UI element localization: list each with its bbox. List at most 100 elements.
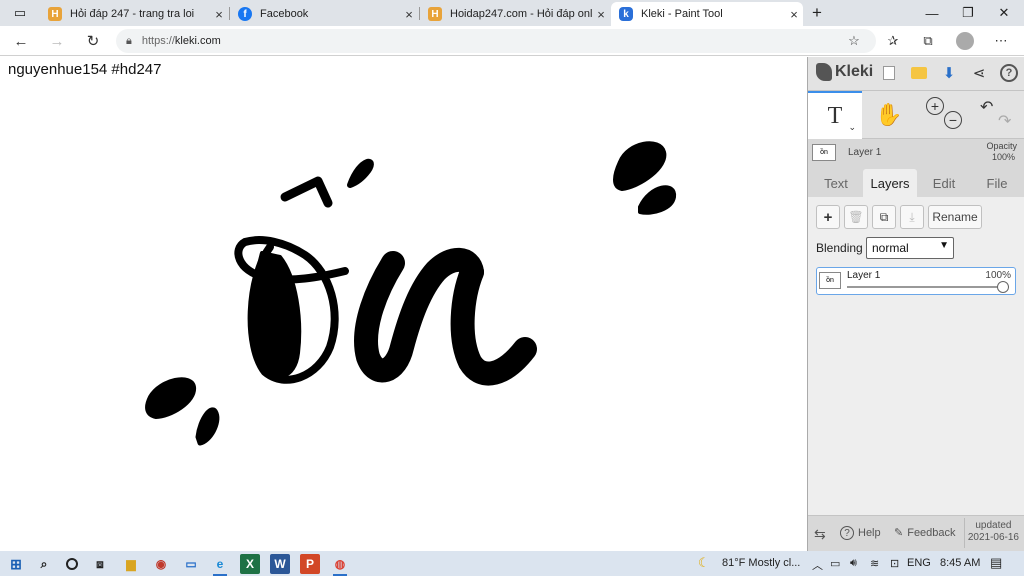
search-icon[interactable]: ⌕ bbox=[34, 554, 54, 574]
layer-thumbnail: ồn bbox=[812, 144, 836, 161]
drawing-canvas[interactable]: nguyenhue154 #hd247 bbox=[0, 57, 807, 551]
feedback-icon: ✎ bbox=[894, 527, 904, 539]
tab-edit[interactable]: Edit bbox=[920, 169, 968, 197]
panel-tabs: Text Layers Edit File bbox=[808, 167, 1024, 197]
forward-button[interactable]: → bbox=[44, 29, 70, 53]
weather-text[interactable]: 81°F Mostly cl... bbox=[722, 557, 800, 569]
collections-icon[interactable]: ⧉ bbox=[915, 29, 941, 53]
file-explorer-icon[interactable]: ▆ bbox=[121, 554, 141, 574]
merge-layer-icon[interactable]: ⤓ bbox=[900, 205, 924, 229]
tray-chevron-icon[interactable]: ︿ bbox=[812, 557, 823, 573]
redo-icon[interactable]: ↷ bbox=[998, 111, 1011, 131]
address-bar-row: ← → ↻ 🔒︎ https:// kleki.com ☆ ✰ ⧉ ⋯ bbox=[0, 26, 1024, 56]
swap-sides-icon[interactable]: ⇆ bbox=[814, 526, 826, 543]
tab-title: Facebook bbox=[260, 8, 309, 20]
new-tab-button[interactable]: + bbox=[800, 0, 834, 26]
slider-handle[interactable] bbox=[997, 281, 1009, 293]
layer-list-item[interactable]: ồn Layer 1 100% bbox=[816, 267, 1016, 295]
excel-icon[interactable]: X bbox=[240, 554, 260, 574]
url-input[interactable]: 🔒︎ https:// kleki.com bbox=[116, 29, 876, 53]
layers-panel: + 🗑︎ ⧉ ⤓ Rename Blending normal ▼ ồn Lay… bbox=[808, 197, 1024, 515]
open-folder-icon[interactable] bbox=[908, 62, 930, 84]
add-layer-button[interactable]: + bbox=[816, 205, 840, 229]
blob-bottom-left bbox=[145, 377, 196, 419]
circumflex-stroke bbox=[280, 176, 333, 208]
clock[interactable]: 8:45 AM bbox=[940, 557, 980, 569]
tab-close-button[interactable]: × bbox=[592, 7, 610, 22]
blob-top-right bbox=[613, 141, 667, 191]
text-tool-button[interactable]: T ⌄ bbox=[808, 91, 862, 139]
text-tool-icon: T bbox=[827, 102, 843, 129]
updated-info: updated 2021-06-16 bbox=[968, 520, 1019, 544]
blob-bottom-left-small bbox=[195, 407, 220, 446]
browser-tab-hoidap247[interactable]: H Hoidap247.com - Hỏi đáp online × bbox=[420, 2, 610, 26]
task-view-icon[interactable]: ⧈ bbox=[90, 554, 110, 574]
download-icon[interactable]: ⬇ bbox=[938, 62, 960, 84]
lock-icon: 🔒︎ bbox=[126, 34, 132, 47]
undo-redo-controls: ↶ ↷ bbox=[970, 91, 1024, 139]
more-menu-icon[interactable]: ⋯ bbox=[988, 29, 1014, 53]
hand-tool-button[interactable]: ✋ bbox=[862, 91, 916, 139]
desktop-icon[interactable]: ▭ bbox=[181, 554, 201, 574]
back-button[interactable]: ← bbox=[8, 29, 34, 53]
kleki-logo-icon bbox=[816, 63, 832, 81]
n-second-stroke bbox=[450, 260, 537, 386]
minimize-button[interactable]: — bbox=[914, 0, 950, 26]
language-bar-icon[interactable]: ⊡ bbox=[890, 557, 899, 570]
battery-icon[interactable]: ▭ bbox=[830, 557, 840, 570]
blending-select[interactable]: normal ▼ bbox=[866, 237, 954, 259]
opacity-value: 100% bbox=[991, 152, 1015, 162]
notifications-icon[interactable]: ▤ bbox=[990, 555, 1002, 571]
zoom-in-icon[interactable]: + bbox=[926, 97, 944, 115]
powerpoint-icon[interactable]: P bbox=[300, 554, 320, 574]
weather-moon-icon: ☾ bbox=[698, 555, 710, 570]
kleki-sidebar: Kleki ⬇ ⋖ ? T ⌄ ✋ + − ↶ ↷ ồn Layer 1 Opa… bbox=[807, 57, 1024, 551]
rename-layer-button[interactable]: Rename bbox=[928, 205, 982, 229]
windows-start-icon[interactable]: ⊞ bbox=[6, 554, 26, 574]
cortana-icon[interactable] bbox=[62, 554, 82, 574]
blending-value: normal bbox=[872, 241, 909, 255]
updated-label: updated bbox=[975, 520, 1012, 531]
new-image-icon[interactable] bbox=[878, 62, 900, 84]
language-indicator[interactable]: ENG bbox=[907, 557, 931, 569]
undo-icon[interactable]: ↶ bbox=[980, 97, 993, 117]
duplicate-layer-icon[interactable]: ⧉ bbox=[872, 205, 896, 229]
favorites-icon[interactable]: ✰ bbox=[880, 29, 906, 53]
window-close-button[interactable]: ✕ bbox=[986, 0, 1022, 26]
tab-text[interactable]: Text bbox=[812, 169, 860, 197]
current-layer-info: ồn Layer 1 Opacity 100% bbox=[808, 139, 1024, 167]
chevron-down-icon: ▼ bbox=[939, 240, 949, 251]
maximize-button[interactable]: ❐ bbox=[950, 0, 986, 26]
chrome-icon[interactable]: ◍ bbox=[330, 554, 350, 576]
help-icon[interactable]: ? bbox=[998, 62, 1020, 84]
volume-icon[interactable]: 🔊︎ bbox=[850, 557, 857, 570]
zoom-out-icon[interactable]: − bbox=[944, 111, 962, 129]
feedback-label: Feedback bbox=[907, 526, 956, 539]
profile-avatar-icon[interactable] bbox=[952, 29, 978, 53]
browser-tab-bar: ▭ H Hỏi đáp 247 - trang tra loi × f Face… bbox=[0, 0, 1024, 26]
tab-file[interactable]: File bbox=[972, 169, 1022, 197]
delete-layer-icon[interactable]: 🗑︎ bbox=[844, 205, 868, 229]
word-icon[interactable]: W bbox=[270, 554, 290, 574]
app-red-icon[interactable]: ◉ bbox=[151, 554, 171, 574]
wifi-icon[interactable]: ≋ bbox=[870, 557, 879, 570]
kleki-logo[interactable]: Kleki bbox=[816, 63, 873, 81]
reload-button[interactable]: ↻ bbox=[80, 29, 106, 53]
tab-layers[interactable]: Layers bbox=[863, 169, 917, 197]
help-link[interactable]: ? Help bbox=[840, 526, 881, 540]
tab-actions-icon[interactable]: ▭ bbox=[2, 0, 38, 26]
kleki-header: Kleki ⬇ ⋖ ? bbox=[808, 57, 1024, 91]
share-icon[interactable]: ⋖ bbox=[968, 62, 990, 84]
browser-tab-kleki[interactable]: k Kleki - Paint Tool × bbox=[611, 2, 803, 26]
tab-close-button[interactable]: × bbox=[210, 7, 228, 22]
facebook-icon: f bbox=[238, 7, 252, 21]
edge-browser-icon[interactable]: e bbox=[210, 554, 230, 576]
hoidap-h-icon: H bbox=[428, 7, 442, 21]
layer-thumbnail: ồn bbox=[819, 272, 841, 289]
tab-close-button[interactable]: × bbox=[400, 7, 418, 22]
feedback-link[interactable]: ✎ Feedback bbox=[894, 526, 956, 540]
browser-tab-hoidap[interactable]: H Hỏi đáp 247 - trang tra loi × bbox=[40, 2, 228, 26]
favorite-add-icon[interactable]: ☆ bbox=[841, 29, 867, 53]
layer-opacity-slider[interactable] bbox=[847, 281, 1009, 293]
browser-tab-facebook[interactable]: f Facebook × bbox=[230, 2, 418, 26]
